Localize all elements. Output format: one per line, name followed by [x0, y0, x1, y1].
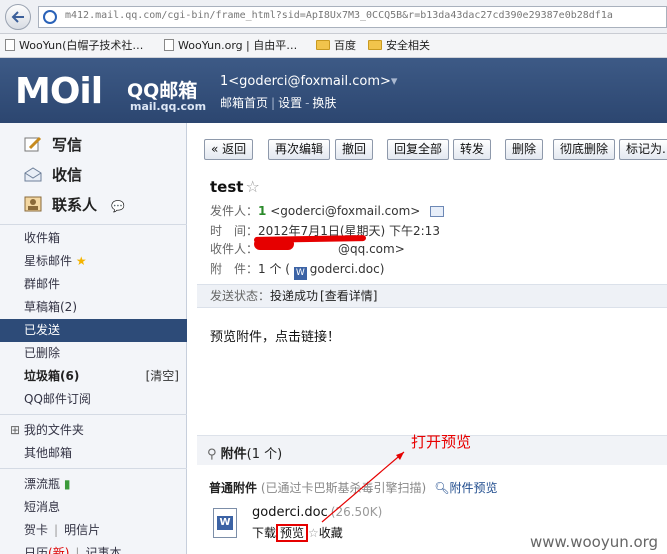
watermark: www.wooyun.org: [530, 533, 659, 551]
annotation-arrow: [321, 451, 405, 523]
